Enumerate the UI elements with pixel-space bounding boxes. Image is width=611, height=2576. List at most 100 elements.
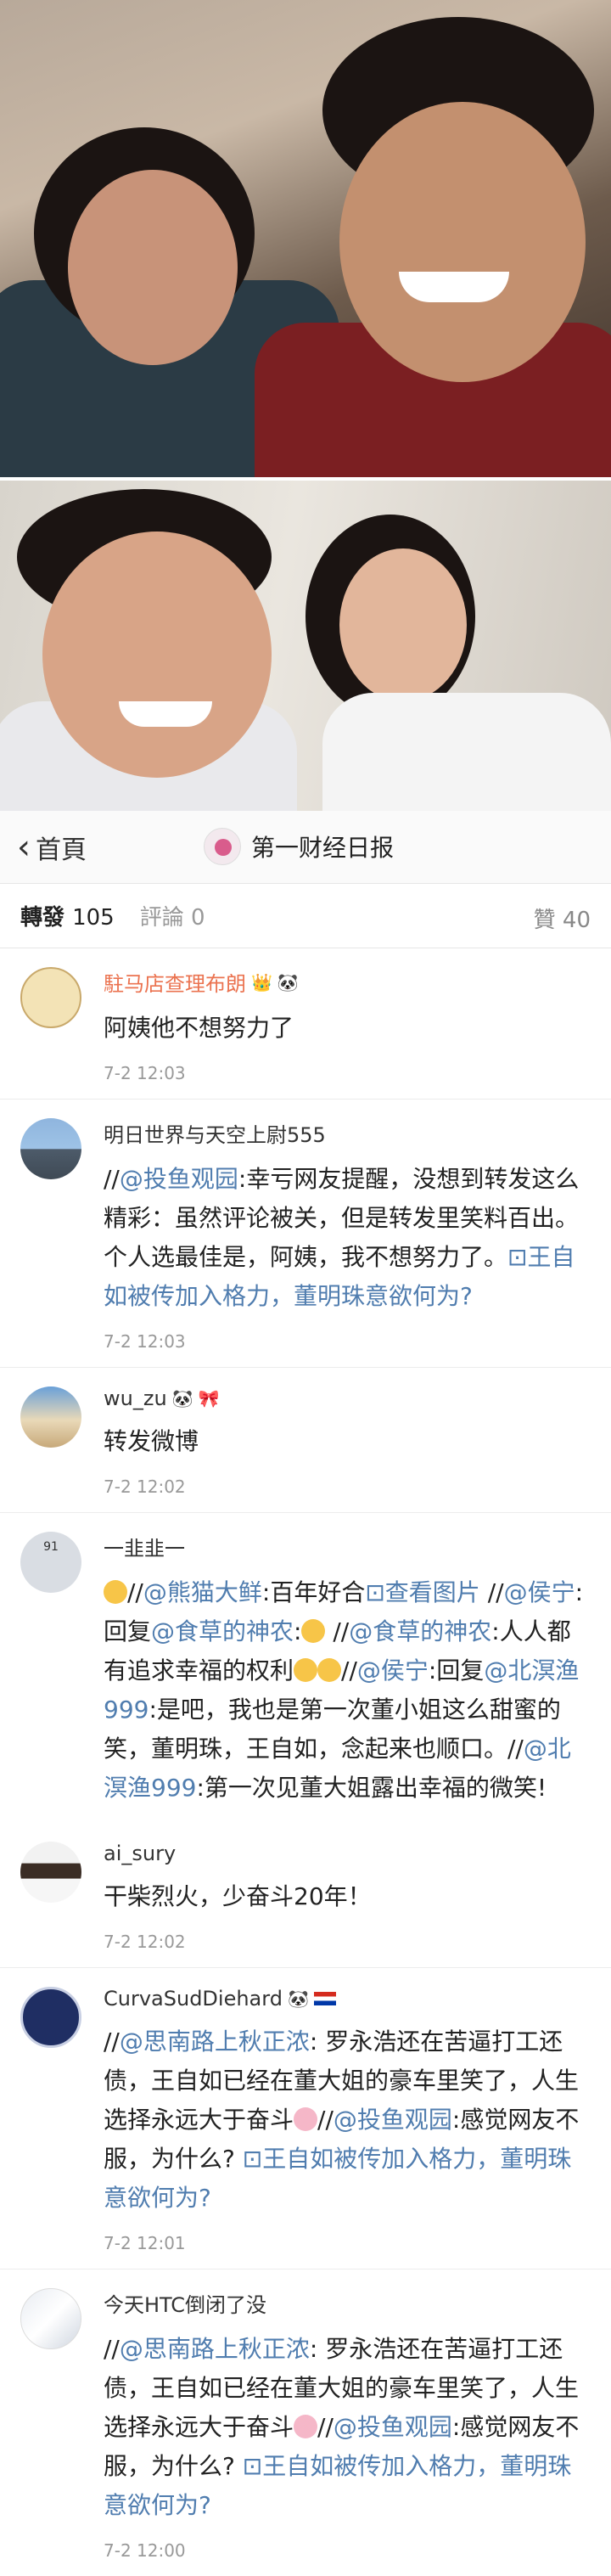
user-name[interactable]: CurvaSudDiehard 🐼	[104, 1987, 591, 2011]
face-shape	[68, 170, 238, 365]
timestamp: 7-2 12:01	[104, 2233, 186, 2253]
comment-text: 干柴烈火，少奋斗20年！	[104, 1882, 372, 1910]
text-fragment: :回复	[428, 1656, 485, 1685]
user-name-text: 駐马店查理布朗	[104, 972, 246, 996]
comment-text: //@思南路上秋正浓: 罗永浩还在苦逼打工还债，王自如已经在董大姐的豪车里笑了，…	[104, 2022, 591, 2218]
laughing-emoji-icon	[317, 1658, 342, 1682]
text-fragment: :	[294, 1617, 302, 1645]
account-avatar	[204, 828, 241, 865]
mention-link[interactable]: @投鱼观园	[334, 2106, 452, 2134]
likes-count: 40	[562, 908, 591, 933]
back-label: 首頁	[36, 835, 87, 865]
mention-link[interactable]: @食草的神农	[349, 1617, 491, 1645]
list-item: 今天HTC倒闭了没 //@思南路上秋正浓: 罗永浩还在苦逼打工还债，王自如已经在…	[0, 2269, 611, 2576]
list-item: CurvaSudDiehard 🐼 //@思南路上秋正浓: 罗永浩还在苦逼打工还债…	[0, 1968, 611, 2269]
flower-icon: 🎀	[198, 1388, 220, 1409]
user-name[interactable]: 今天HTC倒闭了没	[104, 2288, 591, 2318]
text-fragment: //	[104, 2335, 120, 2363]
text-fragment: //	[104, 1165, 120, 1193]
view-image-link[interactable]: ⊡查看图片	[365, 1578, 479, 1606]
mention-link[interactable]: @思南路上秋正浓	[120, 2028, 310, 2056]
comment-text: //@熊猫大鲜:百年好合⊡查看图片 //@侯宁:回复@食草的神农: //@食草的…	[104, 1573, 591, 1808]
thumbs-up-emoji-icon	[301, 1619, 326, 1643]
text-fragment: :是吧，我也是第一次董小姐这么甜蜜的笑，董明珠，王自如，念起来也顺口。//	[104, 1696, 561, 1763]
mention-link[interactable]: @食草的神农	[151, 1617, 294, 1645]
smile-shape	[399, 272, 509, 302]
tab-comments-count: 0	[191, 905, 205, 931]
avatar[interactable]	[20, 1118, 81, 1179]
tab-reposts-count: 105	[72, 905, 115, 931]
avatar[interactable]	[20, 967, 81, 1028]
avatar[interactable]	[20, 1842, 81, 1903]
list-item: wu_zu 🐼 🎀 转发微博 7-2 12:02	[0, 1368, 611, 1513]
list-item: 明日世界与天空上尉555 //@投鱼观园:幸亏网友提醒，没想到转发这么精彩：虽然…	[0, 1100, 611, 1368]
panda-icon: 🐼	[277, 971, 299, 993]
text-fragment: :百年好合	[261, 1578, 366, 1606]
text-fragment: //	[104, 2028, 120, 2056]
selfie-photo-2	[0, 477, 611, 811]
mention-link[interactable]: @投鱼观园	[334, 2413, 452, 2441]
timestamp: 7-2 12:03	[104, 1331, 186, 1352]
panda-icon: 🐼	[171, 1388, 193, 1409]
face-shape	[339, 102, 586, 382]
likes-counter[interactable]: 贊 40	[534, 903, 591, 934]
avatar[interactable]: 91	[20, 1532, 81, 1593]
pig-emoji-icon	[294, 2107, 318, 2131]
mention-link[interactable]: @侯宁	[357, 1656, 429, 1685]
text-fragment: :第一次见董大姐露出幸福的微笑!	[196, 1774, 547, 1802]
laughing-emoji-icon	[104, 1580, 127, 1604]
tab-reposts-label: 轉發	[20, 905, 65, 931]
pig-emoji-icon	[294, 2415, 318, 2438]
crown-icon: 👑	[251, 971, 272, 993]
user-name-text: CurvaSudDiehard	[104, 1987, 283, 2011]
panda-icon: 🐼	[287, 1988, 309, 2009]
mention-link[interactable]: @侯宁	[504, 1578, 575, 1606]
timestamp: 7-2 12:00	[104, 2540, 186, 2561]
list-item: 91 一韭韭一 //@熊猫大鲜:百年好合⊡查看图片 //@侯宁:回复@食草的神农…	[0, 1513, 611, 1823]
tab-comments-label: 評論	[139, 905, 184, 931]
face-shape	[42, 532, 272, 778]
user-name[interactable]: 明日世界与天空上尉555	[104, 1118, 591, 1148]
nav-bar: ‹ 首頁 第一财经日报	[0, 811, 611, 884]
chevron-left-icon: ‹	[17, 827, 31, 867]
flag-icon	[313, 1992, 336, 2005]
avatar[interactable]	[20, 1987, 81, 2048]
comment-text: //@思南路上秋正浓: 罗永浩还在苦逼打工还债，王自如已经在董大姐的豪车里笑了，…	[104, 2330, 591, 2525]
mention-link[interactable]: @熊猫大鲜	[143, 1578, 262, 1606]
list-item: ai_sury 干柴烈火，少奋斗20年！ 7-2 12:02	[0, 1823, 611, 1968]
text-fragment: //	[127, 1578, 143, 1606]
text-fragment: //	[487, 1578, 504, 1606]
list-item: 駐马店查理布朗 👑 🐼 阿姨他不想努力了 7-2 12:03	[0, 948, 611, 1100]
comment-text: 转发微博	[104, 1427, 199, 1455]
text-fragment: //	[317, 2413, 334, 2441]
timestamp: 7-2 12:03	[104, 1063, 186, 1083]
user-name[interactable]: wu_zu 🐼 🎀	[104, 1386, 591, 1410]
avatar[interactable]	[20, 2288, 81, 2349]
user-name-text: wu_zu	[104, 1386, 167, 1410]
user-name[interactable]: 駐马店查理布朗 👑 🐼	[104, 967, 591, 997]
comment-text: //@投鱼观园:幸亏网友提醒，没想到转发这么精彩：虽然评论被关，但是转发里笑料百…	[104, 1160, 591, 1316]
text-fragment: //	[333, 1617, 350, 1645]
tab-comments[interactable]: 評論 0	[140, 900, 205, 931]
tab-bar: 轉發 105 評論 0 贊 40	[0, 884, 611, 948]
selfie-photo-1	[0, 0, 611, 477]
timestamp: 7-2 12:02	[104, 1476, 186, 1497]
back-button[interactable]: ‹ 首頁	[17, 829, 87, 866]
user-name[interactable]: ai_sury	[104, 1842, 591, 1865]
avatar[interactable]	[20, 1386, 81, 1448]
laughing-emoji-icon	[294, 1658, 318, 1682]
smile-shape	[119, 701, 212, 727]
coat-shape	[322, 693, 611, 811]
mention-link[interactable]: @思南路上秋正浓	[120, 2335, 310, 2363]
likes-label: 贊	[533, 908, 556, 933]
comment-text: 阿姨他不想努力了	[104, 1014, 294, 1042]
face-shape	[339, 548, 467, 701]
user-name[interactable]: 一韭韭一	[104, 1532, 591, 1561]
text-fragment: //	[341, 1656, 357, 1685]
avatar-label: 91	[43, 1540, 59, 1554]
tab-reposts[interactable]: 轉發 105	[20, 900, 115, 931]
mention-link[interactable]: @投鱼观园	[120, 1165, 238, 1193]
text-fragment: //	[317, 2106, 334, 2134]
nav-account[interactable]: 第一财经日报	[204, 828, 394, 865]
timestamp: 7-2 12:02	[104, 1932, 186, 1952]
